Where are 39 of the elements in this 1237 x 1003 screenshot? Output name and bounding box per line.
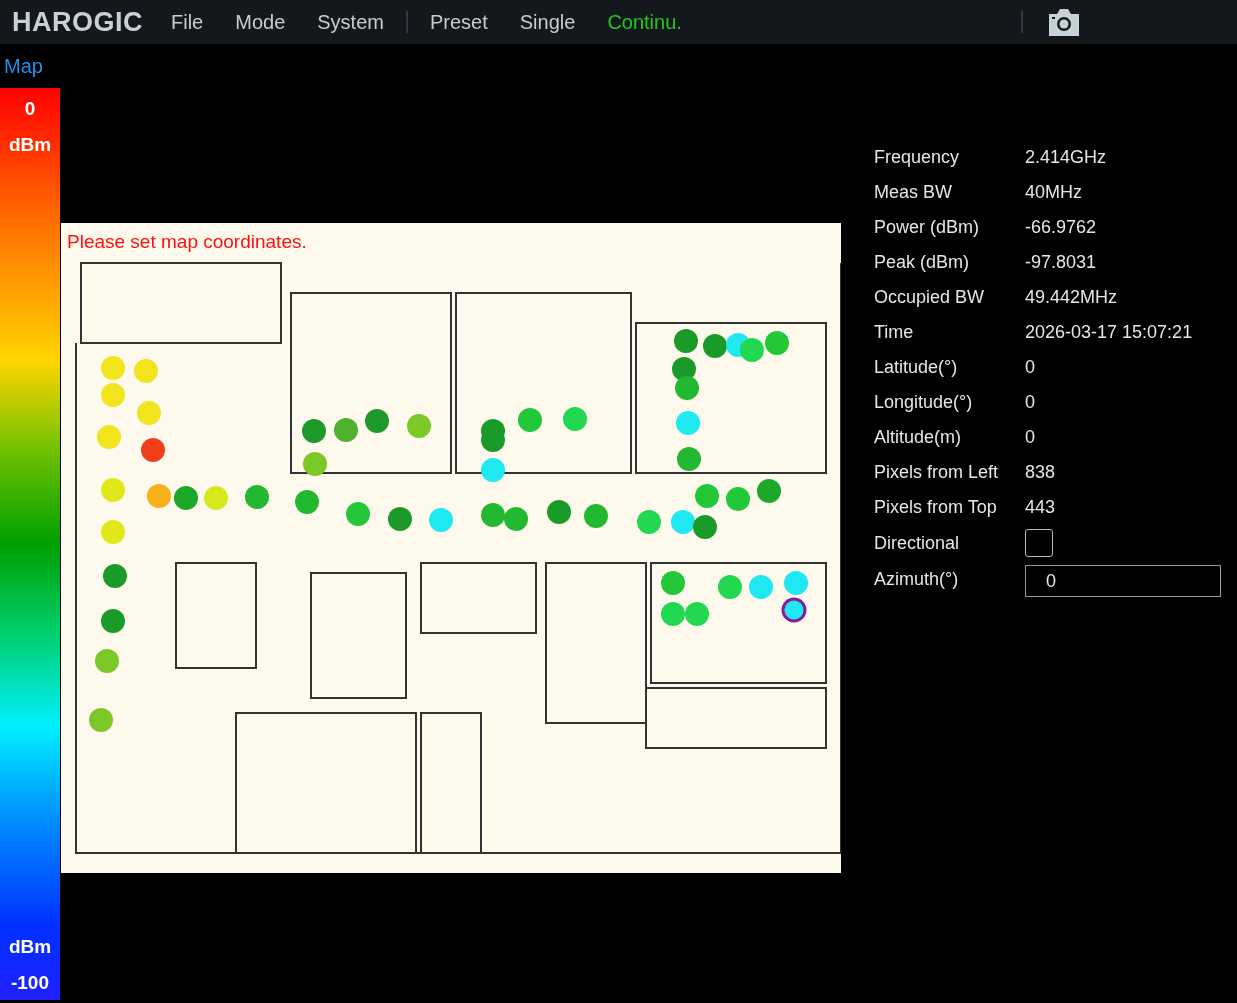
menu-item[interactable]: Single [505, 6, 590, 38]
reading-value: 0 [1025, 392, 1035, 413]
reading-label: Peak (dBm) [874, 252, 971, 273]
reading-value: 2.414GHz [1025, 147, 1107, 168]
reading-label: Power (dBm) [874, 217, 981, 238]
map-warning: Please set map coordinates. [67, 231, 307, 253]
azimuth-label: Azimuth(°) [874, 568, 960, 590]
reading-value: 40MHz [1025, 182, 1082, 203]
reading-label: Frequency [874, 147, 961, 168]
azimuth-field[interactable]: 0 [1025, 565, 1221, 597]
scale-unit-label: dBm [8, 936, 52, 958]
reading-value: -66.9762 [1025, 217, 1097, 238]
logo: HAROGIC [12, 6, 143, 38]
map-tab[interactable]: Map [0, 54, 43, 78]
menu-item[interactable]: Continu. [593, 6, 696, 38]
reading-label: Longitude(°) [874, 392, 974, 413]
reading-label: Pixels from Top [874, 497, 998, 518]
reading-value: 2026-03-17 15:07:21 [1025, 322, 1193, 343]
reading-value: 0 [1025, 427, 1035, 448]
reading-label: Altitude(m) [874, 427, 963, 448]
directional-label: Directional [874, 532, 961, 554]
reading-label: Pixels from Left [874, 462, 1000, 483]
menu-item[interactable]: File [157, 6, 218, 38]
menu-item[interactable]: Mode [221, 6, 300, 38]
scale-min-label: -100 [10, 972, 49, 994]
scale-max-label: 0 [24, 98, 36, 120]
reading-label: Occupied BW [874, 287, 986, 308]
reading-label: Meas BW [874, 182, 953, 203]
reading-value: 838 [1025, 462, 1056, 483]
reading-label: Time [874, 322, 915, 343]
reading-value: 443 [1025, 497, 1056, 518]
menu-item[interactable]: Preset [415, 6, 502, 38]
reading-label: Latitude(°) [874, 357, 959, 378]
reading-value: 49.442MHz [1025, 287, 1118, 308]
directional-checkbox[interactable] [1025, 529, 1053, 557]
reading-value: 0 [1025, 357, 1035, 378]
reading-value: -97.8031 [1025, 252, 1097, 273]
scale-unit-label: dBm [8, 134, 52, 156]
menu-item[interactable]: System [303, 6, 398, 38]
